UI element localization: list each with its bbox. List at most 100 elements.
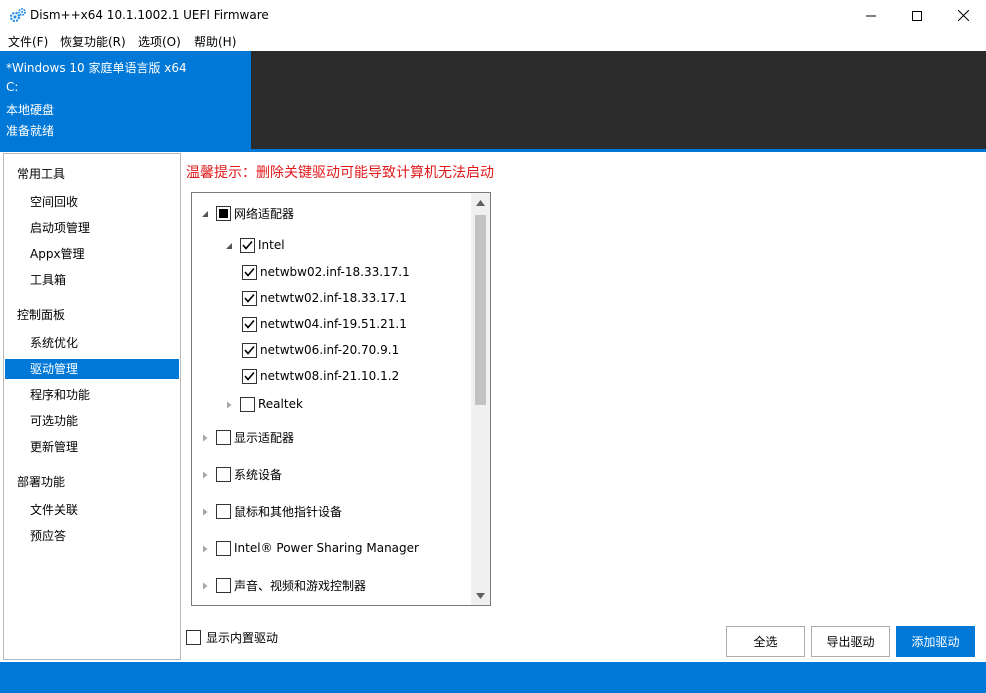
tree-node-checkbox[interactable] — [216, 205, 231, 221]
tree-node-checkbox[interactable] — [240, 396, 255, 412]
show-builtin-checkbox[interactable]: 显示内置驱动 — [186, 629, 278, 646]
sidebar-item-toolbox[interactable]: 工具箱 — [5, 270, 179, 290]
check-icon — [242, 240, 253, 250]
sidebar-item-startup-manager[interactable]: 启动项管理 — [5, 218, 179, 238]
image-edition: *Windows 10 家庭单语言版 x64 — [6, 61, 187, 75]
tree-node[interactable]: netwbw02.inf-18.33.17.1 — [242, 262, 410, 282]
sidebar-item-appx-manager[interactable]: Appx管理 — [5, 244, 179, 264]
select-all-button[interactable]: 全选 — [726, 626, 805, 657]
expand-arrow-icon[interactable] — [200, 543, 210, 553]
tree-node-label: 鼠标和其他指针设备 — [234, 504, 343, 519]
sidebar-item-file-association[interactable]: 文件关联 — [5, 500, 179, 520]
tree-node-label: Intel® Power Sharing Manager — [234, 541, 419, 555]
tree-node[interactable]: 网络适配器 — [200, 203, 294, 223]
tree-node[interactable]: netwtw02.inf-18.33.17.1 — [242, 288, 407, 308]
menu-bar: 文件(F) 恢复功能(R) 选项(O) 帮助(H) — [0, 31, 986, 51]
sidebar-group-common-tools: 常用工具 — [17, 167, 66, 181]
expand-arrow-icon[interactable] — [224, 399, 234, 409]
tree-node-label: Realtek — [258, 397, 303, 411]
tree-node[interactable]: Intel® Power Sharing Manager — [200, 538, 419, 558]
check-icon — [244, 345, 255, 355]
check-icon — [244, 319, 255, 329]
show-builtin-label: 显示内置驱动 — [206, 631, 279, 645]
tree-node-label: netwtw04.inf-19.51.21.1 — [260, 317, 407, 331]
sidebar-item-update-manager[interactable]: 更新管理 — [5, 437, 179, 457]
image-drive: C: — [6, 80, 19, 94]
sidebar-item-system-optimize[interactable]: 系统优化 — [5, 333, 179, 353]
tree-node-checkbox[interactable] — [216, 429, 231, 445]
session-area — [251, 51, 986, 149]
tree-node[interactable]: 鼠标和其他指针设备 — [200, 501, 342, 521]
check-icon — [244, 371, 255, 381]
maximize-button[interactable] — [894, 0, 940, 31]
driver-tree[interactable]: 网络适配器 Intel netwbw02.inf-18.33.17.1 netwtw0… — [191, 192, 491, 606]
expand-arrow-icon[interactable] — [200, 469, 210, 479]
tree-node[interactable]: netwtw04.inf-19.51.21.1 — [242, 314, 407, 334]
title-bar: Dism++x64 10.1.1002.1 UEFI Firmware — [0, 0, 986, 31]
tree-node-checkbox[interactable] — [242, 368, 257, 384]
tree-node-label: netwbw02.inf-18.33.17.1 — [260, 265, 410, 279]
export-driver-button[interactable]: 导出驱动 — [811, 626, 890, 657]
tree-node[interactable]: Realtek — [224, 394, 303, 414]
sidebar-item-programs-features[interactable]: 程序和功能 — [5, 385, 179, 405]
tree-node[interactable]: 系统设备 — [200, 464, 282, 484]
show-builtin-box[interactable] — [186, 630, 201, 645]
tree-node-label: Intel — [258, 238, 285, 252]
sidebar-group-control-panel: 控制面板 — [17, 308, 66, 322]
tree-node-checkbox[interactable] — [242, 342, 257, 358]
status-bar — [0, 662, 986, 693]
expand-arrow-icon[interactable] — [200, 432, 210, 442]
tree-node-checkbox[interactable] — [216, 577, 231, 593]
minimize-icon — [866, 15, 876, 16]
tree-node-label: netwtw02.inf-18.33.17.1 — [260, 291, 407, 305]
menu-restore[interactable]: 恢复功能(R) — [60, 33, 126, 50]
tree-node-checkbox[interactable] — [216, 503, 231, 519]
menu-file[interactable]: 文件(F) — [8, 33, 48, 50]
tree-node-label: 显示适配器 — [234, 430, 295, 445]
expand-arrow-icon[interactable] — [200, 506, 210, 516]
collapse-arrow-icon[interactable] — [200, 208, 210, 218]
tree-node[interactable]: 显示适配器 — [200, 427, 294, 447]
tree-scrollbar[interactable] — [471, 193, 490, 605]
tree-node-checkbox[interactable] — [240, 237, 255, 253]
tree-node-label: netwtw06.inf-20.70.9.1 — [260, 343, 400, 357]
image-disk: 本地硬盘 — [6, 103, 55, 117]
sidebar-item-space-recovery[interactable]: 空间回收 — [5, 192, 179, 212]
image-status: 准备就绪 — [6, 124, 55, 138]
sidebar: 常用工具 空间回收 启动项管理 Appx管理 工具箱 控制面板 系统优化 驱动管… — [3, 153, 181, 660]
tree-node[interactable]: netwtw08.inf-21.10.1.2 — [242, 366, 399, 386]
image-info-panel[interactable]: *Windows 10 家庭单语言版 x64 C: 本地硬盘 准备就绪 — [0, 51, 251, 149]
sidebar-item-optional-features[interactable]: 可选功能 — [5, 411, 179, 431]
window-title: Dism++x64 10.1.1002.1 UEFI Firmware — [30, 8, 269, 22]
maximize-icon — [912, 10, 922, 21]
tree-node[interactable]: Intel — [224, 235, 285, 255]
minimize-button[interactable] — [848, 0, 894, 31]
tree-node-label: netwtw08.inf-21.10.1.2 — [260, 369, 400, 383]
warning-text: 温馨提示：删除关键驱动可能导致计算机无法启动 — [186, 165, 494, 181]
scroll-thumb[interactable] — [475, 215, 486, 405]
tree-node[interactable]: netwtw06.inf-20.70.9.1 — [242, 340, 399, 360]
tree-node-checkbox[interactable] — [242, 264, 257, 280]
gears-icon — [9, 8, 26, 23]
scroll-down-icon[interactable] — [475, 591, 486, 601]
close-button[interactable] — [940, 0, 986, 31]
sidebar-item-pre-answer[interactable]: 预应答 — [5, 526, 179, 546]
menu-help[interactable]: 帮助(H) — [194, 33, 236, 50]
tree-node-label: 系统设备 — [234, 467, 283, 482]
tree-node-label: 网络适配器 — [234, 206, 295, 221]
check-icon — [244, 293, 255, 303]
scroll-up-icon[interactable] — [475, 198, 486, 208]
sidebar-item-driver-manager[interactable]: 驱动管理 — [5, 359, 179, 379]
tree-node-checkbox[interactable] — [242, 316, 257, 332]
expand-arrow-icon[interactable] — [200, 580, 210, 590]
collapse-arrow-icon[interactable] — [224, 240, 234, 250]
tree-node[interactable]: 声音、视频和游戏控制器 — [200, 575, 366, 595]
tree-node-label: 声音、视频和游戏控制器 — [234, 578, 367, 593]
menu-options[interactable]: 选项(O) — [138, 33, 181, 50]
tree-node-checkbox[interactable] — [216, 466, 231, 482]
tree-node-checkbox[interactable] — [242, 290, 257, 306]
tree-node-checkbox[interactable] — [216, 540, 231, 556]
divider — [0, 149, 986, 152]
add-driver-button[interactable]: 添加驱动 — [896, 626, 975, 657]
close-icon — [957, 10, 969, 21]
